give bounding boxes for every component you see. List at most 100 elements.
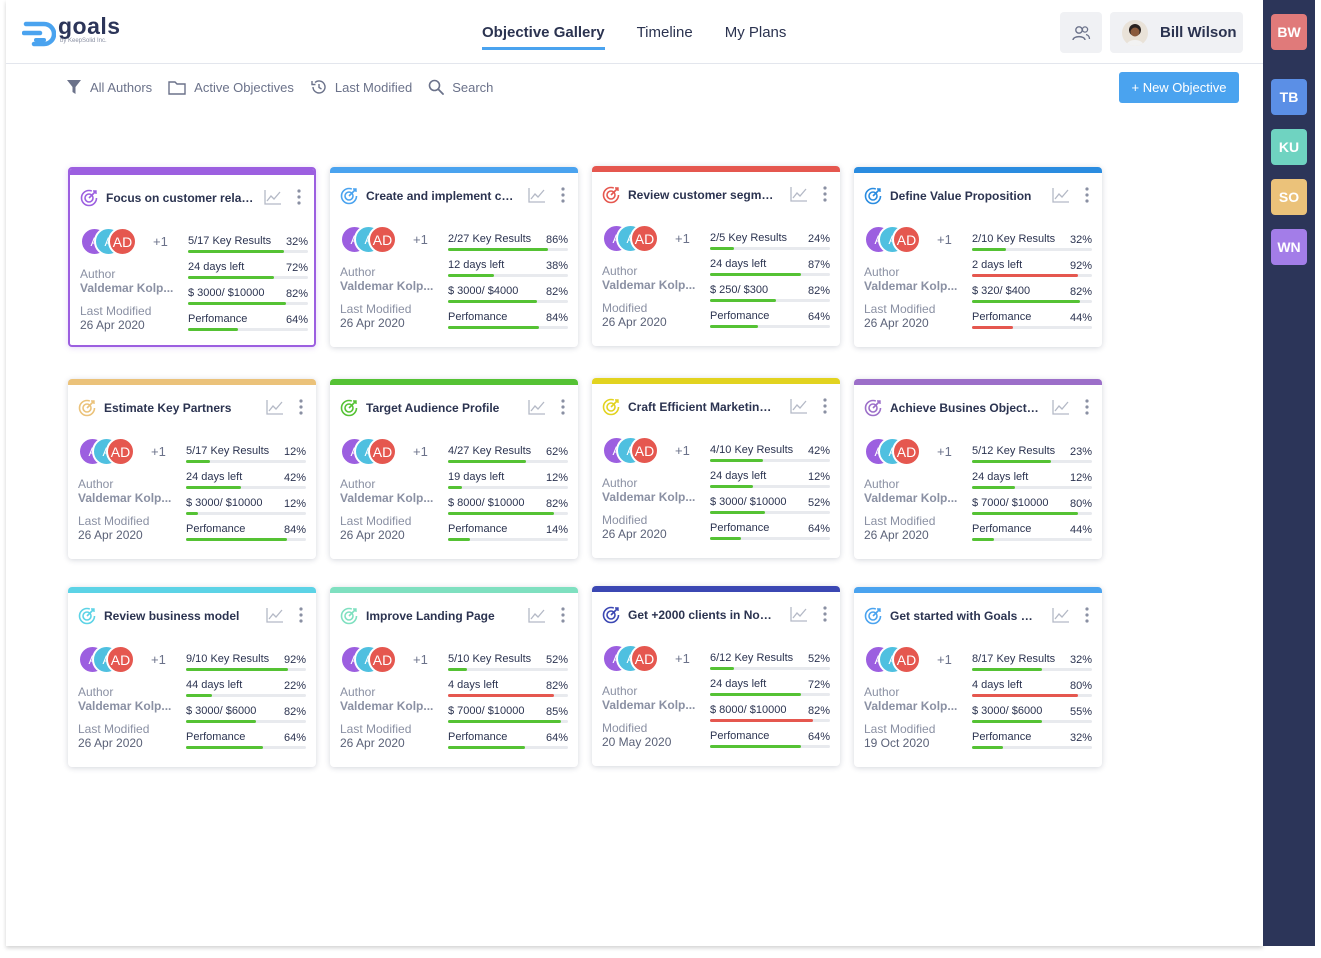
chart-icon[interactable] — [1052, 607, 1070, 623]
card-title[interactable]: Focus on customer relati... — [106, 191, 256, 205]
contributor-avatars[interactable]: A A AD +1 — [864, 225, 964, 255]
chart-icon[interactable] — [790, 398, 808, 414]
contributor-avatars[interactable]: A A AD +1 — [80, 227, 180, 257]
tab-objective-gallery[interactable]: Objective Gallery — [482, 24, 605, 50]
more-options-icon[interactable] — [298, 398, 304, 416]
new-objective-button[interactable]: + New Objective — [1119, 72, 1239, 103]
more-options-icon[interactable] — [822, 397, 828, 415]
chart-icon[interactable] — [266, 607, 284, 623]
chart-icon[interactable] — [528, 399, 546, 415]
chart-icon[interactable] — [528, 607, 546, 623]
stat-progress-track — [710, 485, 830, 488]
card-stat: 24 days left 12% — [710, 470, 830, 496]
card-title[interactable]: Create and implement cont... — [366, 189, 516, 203]
user-menu-button[interactable]: Bill Wilson — [1110, 12, 1243, 53]
filter-objectives-label: Active Objectives — [194, 79, 294, 95]
chart-icon[interactable] — [266, 399, 284, 415]
team-button[interactable] — [1060, 12, 1102, 53]
more-options-icon[interactable] — [1084, 398, 1090, 416]
card-accent-bar — [68, 379, 316, 385]
filter-objectives[interactable]: Active Objectives — [168, 80, 294, 95]
card-title[interactable]: Target Audience Profile — [366, 401, 516, 415]
team-member-avatar[interactable]: KU — [1271, 129, 1307, 165]
more-options-icon[interactable] — [560, 606, 566, 624]
card-title[interactable]: Get started with Goals by... — [890, 609, 1040, 623]
contributor-avatars[interactable]: A A AD +1 — [864, 645, 964, 675]
tab-my-plans[interactable]: My Plans — [725, 24, 787, 50]
objective-card[interactable]: Craft Efficient Marketing Str.. A A AD +… — [592, 378, 840, 558]
stat-progress-track — [710, 459, 830, 462]
contributor-avatars[interactable]: A A AD +1 — [78, 437, 178, 467]
card-title[interactable]: Craft Efficient Marketing Str.. — [628, 400, 778, 414]
stat-label: 19 days left — [448, 471, 505, 483]
card-meta: Author Valdemar Kolp... Modified 26 Apr … — [602, 476, 702, 541]
objective-card[interactable]: Get started with Goals by... A A AD +1 A… — [854, 587, 1102, 767]
more-options-icon[interactable] — [560, 186, 566, 204]
contributor-avatars[interactable]: A A AD +1 — [602, 224, 702, 254]
objective-card[interactable]: Get +2000 clients in Nove.. A A AD +1 Au… — [592, 586, 840, 766]
contributor-avatars[interactable]: A A AD +1 — [78, 645, 178, 675]
card-title[interactable]: Review business model — [104, 609, 254, 623]
tab-timeline[interactable]: Timeline — [637, 24, 693, 50]
search-icon — [428, 79, 445, 95]
objective-card[interactable]: Define Value Proposition A A AD +1 Autho… — [854, 167, 1102, 347]
more-options-icon[interactable] — [822, 185, 828, 203]
team-member-avatar[interactable]: TB — [1271, 79, 1307, 115]
card-stat: 24 days left 72% — [188, 261, 308, 287]
chart-icon[interactable] — [1052, 187, 1070, 203]
more-options-icon[interactable] — [298, 606, 304, 624]
contributor-avatars[interactable]: A A AD +1 — [602, 644, 702, 674]
card-title[interactable]: Define Value Proposition — [890, 189, 1040, 203]
objective-card[interactable]: Review business model A A AD +1 Author V… — [68, 587, 316, 767]
card-title[interactable]: Estimate Key Partners — [104, 401, 254, 415]
card-title[interactable]: Get +2000 clients in Nove.. — [628, 608, 778, 622]
card-stat: Perfomance 64% — [448, 731, 568, 757]
card-stat: 2/5 Key Results 24% — [710, 232, 830, 258]
modified-label: Modified — [602, 721, 648, 735]
chart-icon[interactable] — [790, 606, 808, 622]
more-options-icon[interactable] — [822, 605, 828, 623]
contributor-avatars[interactable]: A A AD +1 — [340, 645, 440, 675]
stat-percent: 52% — [545, 654, 568, 666]
objective-card[interactable]: Improve Landing Page A A AD +1 Author Va… — [330, 587, 578, 767]
goals-logo[interactable]: goals by KeepSolid Inc. — [22, 14, 121, 48]
card-stat: 24 days left 87% — [710, 258, 830, 284]
team-member-avatar[interactable]: BW — [1271, 14, 1307, 50]
objective-card[interactable]: Focus on customer relati... A A AD +1 Au… — [68, 167, 316, 347]
chart-icon[interactable] — [264, 189, 282, 205]
stat-label: 5/17 Key Results — [188, 235, 272, 247]
filter-authors[interactable]: All Authors — [66, 79, 152, 95]
objective-card[interactable]: Create and implement cont... A A AD +1 A… — [330, 167, 578, 347]
card-stat: Perfomance 64% — [710, 310, 830, 336]
team-member-avatar[interactable]: WN — [1271, 229, 1307, 265]
stat-percent: 82% — [545, 680, 568, 692]
objective-card[interactable]: Achieve Busines Objective A A AD +1 Auth… — [854, 379, 1102, 559]
objective-card[interactable]: Estimate Key Partners A A AD +1 Author V… — [68, 379, 316, 559]
chart-icon[interactable] — [528, 187, 546, 203]
team-member-avatar[interactable]: SO — [1271, 179, 1307, 215]
card-title[interactable]: Review customer segments — [628, 188, 778, 202]
author-name: Valdemar Kolp... — [340, 491, 434, 505]
card-title[interactable]: Achieve Busines Objective — [890, 401, 1040, 415]
filter-modified[interactable]: Last Modified — [310, 79, 412, 95]
card-stat: Perfomance 84% — [448, 311, 568, 337]
card-title[interactable]: Improve Landing Page — [366, 609, 516, 623]
search-field[interactable]: Search — [428, 79, 493, 95]
stat-progress-track — [448, 668, 568, 671]
objective-card[interactable]: Review customer segments A A AD +1 Autho… — [592, 166, 840, 346]
card-stat: 5/12 Key Results 23% — [972, 445, 1092, 471]
objective-card[interactable]: Target Audience Profile A A AD +1 Author… — [330, 379, 578, 559]
contributor-avatars[interactable]: A A AD +1 — [602, 436, 702, 466]
more-options-icon[interactable] — [560, 398, 566, 416]
stat-progress-fill — [710, 299, 776, 302]
more-options-icon[interactable] — [296, 188, 302, 206]
chart-icon[interactable] — [790, 186, 808, 202]
contributor-avatars[interactable]: A A AD +1 — [340, 437, 440, 467]
more-options-icon[interactable] — [1084, 606, 1090, 624]
chart-icon[interactable] — [1052, 399, 1070, 415]
more-options-icon[interactable] — [1084, 186, 1090, 204]
contributor-avatars[interactable]: A A AD +1 — [340, 225, 440, 255]
contributor-avatars[interactable]: A A AD +1 — [864, 437, 964, 467]
stat-percent: 84% — [283, 524, 306, 536]
stat-progress-track — [972, 326, 1092, 329]
